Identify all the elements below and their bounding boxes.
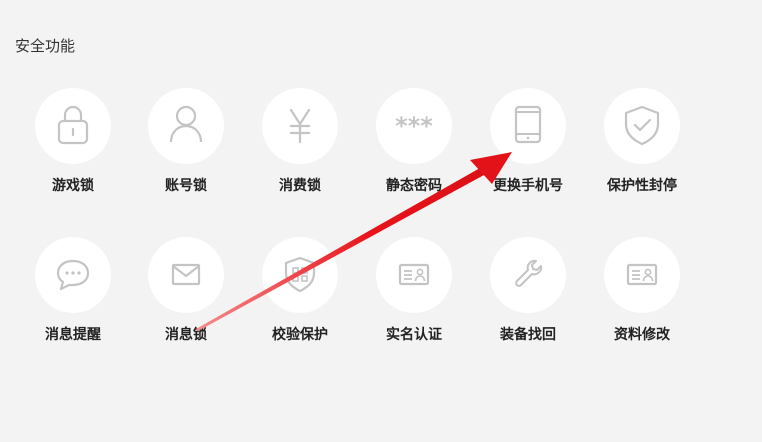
feature-label: 装备找回 (500, 327, 556, 343)
feature-label: 资料修改 (614, 327, 670, 343)
feature-label: 更换手机号 (493, 178, 563, 194)
padlock-icon (57, 105, 89, 145)
feature-label: 游戏锁 (52, 178, 94, 194)
feature-icon-circle (604, 237, 680, 313)
feature-label: 静态密码 (386, 178, 442, 194)
feature-icon-circle (490, 88, 566, 164)
feature-label: 实名认证 (386, 327, 442, 343)
yen-icon (289, 108, 311, 144)
feature-icon-circle: *** (376, 88, 452, 164)
section-title: 安全功能 (15, 37, 76, 55)
password-dots-icon: *** (395, 112, 433, 140)
user-icon (169, 105, 203, 143)
feature-icon-circle (490, 237, 566, 313)
feature-icon-circle (35, 237, 111, 313)
envelope-icon (171, 263, 201, 286)
svg-text:***: *** (395, 112, 433, 140)
wrench-icon (515, 259, 543, 287)
feature-icon-circle (262, 237, 338, 313)
feature-label: 保护性封停 (607, 178, 677, 194)
mobile-phone-icon (514, 105, 542, 144)
feature-label: 账号锁 (165, 178, 207, 194)
feature-label: 消费锁 (279, 178, 321, 194)
feature-label: 消息提醒 (45, 327, 101, 343)
feature-label: 校验保护 (272, 327, 328, 343)
id-card-icon (398, 263, 430, 286)
feature-icon-circle (376, 237, 452, 313)
feature-icon-circle (148, 237, 224, 313)
shield-check-icon (624, 105, 660, 146)
feature-label: 消息锁 (165, 327, 207, 343)
profile-card-icon (626, 263, 658, 286)
shield-grid-icon (284, 256, 316, 293)
feature-icon-circle (35, 88, 111, 164)
chat-bubble-icon (56, 259, 90, 291)
feature-icon-circle (148, 88, 224, 164)
annotation-arrow (196, 152, 512, 331)
feature-icon-circle (262, 88, 338, 164)
feature-icon-circle (604, 88, 680, 164)
